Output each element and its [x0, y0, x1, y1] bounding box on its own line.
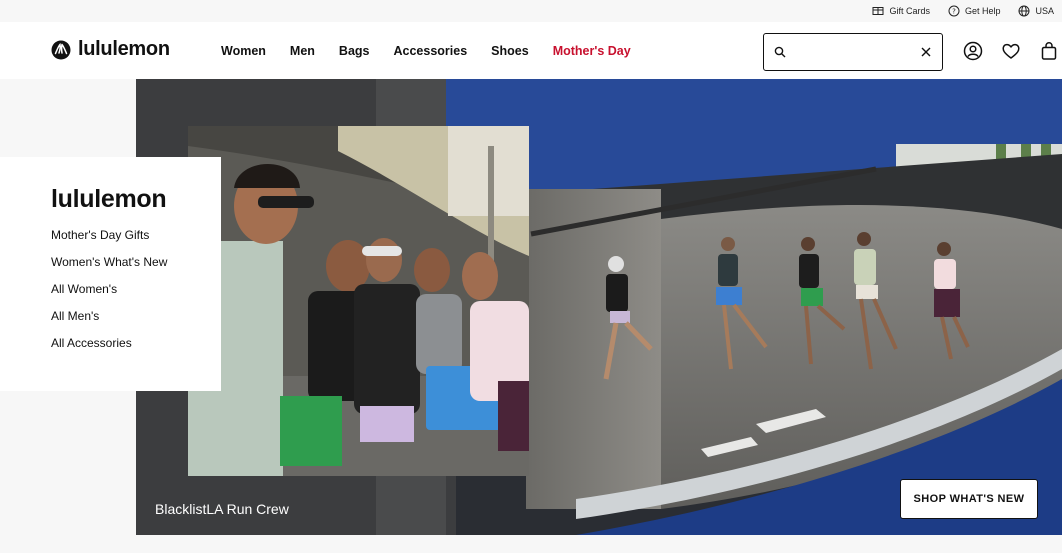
- help-icon: ?: [948, 5, 960, 17]
- shopping-bag-icon: [1041, 42, 1057, 60]
- shop-whats-new-button[interactable]: SHOP WHAT'S NEW: [900, 479, 1038, 519]
- get-help-link[interactable]: ? Get Help: [948, 5, 1001, 17]
- cart-button[interactable]: [1039, 41, 1059, 61]
- site-header: lululemon Women Men Bags Accessories Sho…: [0, 22, 1062, 79]
- svg-text:?: ?: [952, 8, 956, 16]
- main-nav: Women Men Bags Accessories Shoes Mother'…: [221, 44, 631, 58]
- side-card-title: lululemon: [51, 185, 167, 213]
- nav-shoes[interactable]: Shoes: [491, 44, 529, 58]
- link-all-accessories[interactable]: All Accessories: [51, 336, 221, 350]
- side-category-card: lululemon Mother's Day Gifts Women's Wha…: [0, 157, 221, 391]
- utility-bar: Gift Cards ? Get Help USA: [0, 0, 1062, 22]
- region-selector[interactable]: USA: [1018, 5, 1054, 17]
- group-photo-image: [188, 126, 529, 476]
- link-all-womens[interactable]: All Women's: [51, 282, 221, 296]
- hero-banner[interactable]: BlacklistLA Run Crew SHOP WHAT'S NEW: [136, 79, 1062, 535]
- lululemon-logo-icon: [51, 40, 71, 59]
- side-card-links: Mother's Day Gifts Women's What's New Al…: [51, 228, 221, 350]
- search-icon: [774, 46, 786, 58]
- globe-icon: [1018, 5, 1030, 17]
- region-label: USA: [1035, 6, 1054, 16]
- hero-caption: BlacklistLA Run Crew: [155, 501, 289, 517]
- link-all-mens[interactable]: All Men's: [51, 309, 221, 323]
- account-icon: [963, 41, 983, 61]
- nav-women[interactable]: Women: [221, 44, 266, 58]
- account-button[interactable]: [963, 41, 983, 61]
- nav-bags[interactable]: Bags: [339, 44, 370, 58]
- search-box[interactable]: [763, 33, 943, 71]
- header-icons: [963, 41, 1059, 61]
- gift-card-icon: [872, 7, 884, 15]
- nav-men[interactable]: Men: [290, 44, 315, 58]
- logo-text: lululemon: [78, 38, 170, 60]
- heart-icon: [1002, 43, 1020, 59]
- clear-search-icon[interactable]: [920, 46, 932, 58]
- nav-mothers-day[interactable]: Mother's Day: [553, 44, 631, 58]
- gift-cards-link[interactable]: Gift Cards: [872, 5, 930, 17]
- group-photo: [188, 126, 529, 476]
- search-input[interactable]: [794, 45, 920, 59]
- link-mothers-day-gifts[interactable]: Mother's Day Gifts: [51, 228, 221, 242]
- logo[interactable]: lululemon: [51, 38, 170, 61]
- gift-cards-label: Gift Cards: [889, 6, 930, 16]
- nav-accessories[interactable]: Accessories: [394, 44, 468, 58]
- get-help-label: Get Help: [964, 6, 1001, 16]
- wishlist-button[interactable]: [1001, 41, 1021, 61]
- link-womens-whats-new[interactable]: Women's What's New: [51, 255, 221, 269]
